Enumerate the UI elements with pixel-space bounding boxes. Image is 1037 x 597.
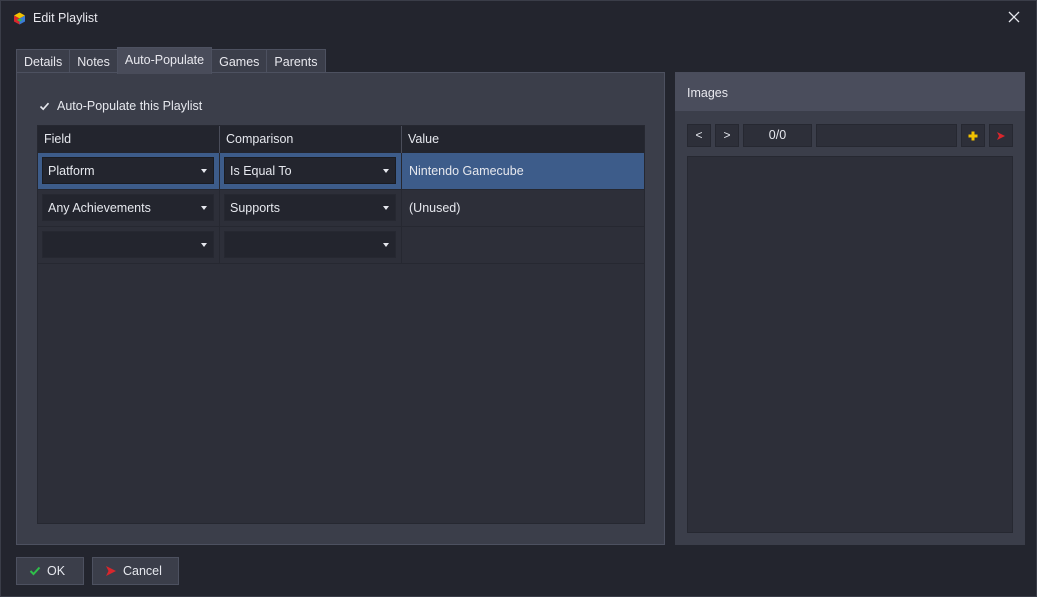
tab-details[interactable]: Details — [16, 49, 71, 74]
add-image-button[interactable] — [961, 124, 985, 147]
chevron-down-icon — [383, 206, 389, 210]
comparison-dropdown[interactable] — [224, 231, 396, 258]
remove-icon — [997, 132, 1005, 140]
tab-games[interactable]: Games — [211, 49, 268, 74]
rules-grid: Field Comparison Value Platform Is Equal… — [37, 125, 645, 524]
chevron-down-icon — [383, 243, 389, 247]
comparison-dropdown-value: Is Equal To — [230, 164, 292, 178]
chevron-down-icon — [201, 206, 207, 210]
close-icon — [1008, 11, 1020, 23]
field-dropdown[interactable]: Platform — [42, 157, 214, 184]
images-panel: Images < > 0/0 — [675, 72, 1025, 545]
tab-notes[interactable]: Notes — [69, 49, 118, 74]
title-bar: Edit Playlist — [1, 1, 1036, 35]
close-button[interactable] — [1002, 7, 1026, 29]
ok-button-label: OK — [47, 564, 66, 578]
previous-image-button[interactable]: < — [687, 124, 711, 147]
table-row[interactable]: Platform Is Equal To Nintendo Gamecube — [38, 153, 644, 190]
remove-image-button[interactable] — [989, 124, 1013, 147]
value-text: (Unused) — [409, 201, 461, 215]
column-header-comparison[interactable]: Comparison — [220, 126, 402, 153]
comparison-dropdown-value: Supports — [230, 201, 281, 215]
auto-populate-panel: Auto-Populate this Playlist Field Compar… — [16, 72, 665, 545]
image-preview-area — [687, 156, 1013, 533]
checkmark-icon — [39, 102, 50, 110]
field-dropdown[interactable]: Any Achievements — [42, 194, 214, 221]
window-title: Edit Playlist — [33, 11, 98, 25]
value-cell[interactable]: Nintendo Gamecube — [402, 153, 644, 189]
value-cell[interactable]: (Unused) — [402, 190, 644, 226]
cancel-icon — [105, 565, 117, 577]
field-dropdown-value: Platform — [48, 164, 95, 178]
table-row[interactable]: Any Achievements Supports (Unused) — [38, 190, 644, 227]
comparison-dropdown[interactable]: Supports — [224, 194, 396, 221]
image-counter: 0/0 — [743, 124, 812, 147]
image-type-field[interactable] — [816, 124, 957, 147]
table-row[interactable] — [38, 227, 644, 264]
edit-playlist-dialog: Edit Playlist Details Notes Auto-Populat… — [0, 0, 1037, 597]
value-cell[interactable] — [402, 227, 644, 263]
tab-auto-populate[interactable]: Auto-Populate — [116, 47, 213, 74]
tab-parents[interactable]: Parents — [266, 49, 326, 74]
field-cell: Platform — [38, 153, 220, 189]
column-header-field[interactable]: Field — [38, 126, 220, 153]
auto-populate-checkbox-label: Auto-Populate this Playlist — [57, 99, 203, 113]
auto-populate-checkbox[interactable] — [38, 100, 51, 113]
chevron-down-icon — [201, 243, 207, 247]
comparison-cell: Supports — [220, 190, 402, 226]
column-header-value[interactable]: Value — [402, 126, 644, 153]
cancel-button-label: Cancel — [123, 564, 162, 578]
checkmark-icon — [29, 565, 41, 577]
field-dropdown[interactable] — [42, 231, 214, 258]
chevron-down-icon — [383, 169, 389, 173]
plus-icon — [968, 131, 978, 141]
next-image-button[interactable]: > — [715, 124, 739, 147]
grid-header: Field Comparison Value — [38, 126, 644, 153]
images-title: Images — [687, 86, 728, 100]
cube-icon — [13, 12, 26, 25]
images-header: Images — [675, 72, 1025, 111]
value-text: Nintendo Gamecube — [409, 164, 524, 178]
auto-populate-checkbox-row[interactable]: Auto-Populate this Playlist — [38, 98, 202, 114]
comparison-dropdown[interactable]: Is Equal To — [224, 157, 396, 184]
ok-button[interactable]: OK — [16, 557, 84, 585]
comparison-cell — [220, 227, 402, 263]
tab-strip: Details Notes Auto-Populate Games Parent… — [16, 47, 326, 74]
comparison-cell: Is Equal To — [220, 153, 402, 189]
field-cell — [38, 227, 220, 263]
field-cell: Any Achievements — [38, 190, 220, 226]
chevron-down-icon — [201, 169, 207, 173]
field-dropdown-value: Any Achievements — [48, 201, 151, 215]
cancel-button[interactable]: Cancel — [92, 557, 179, 585]
